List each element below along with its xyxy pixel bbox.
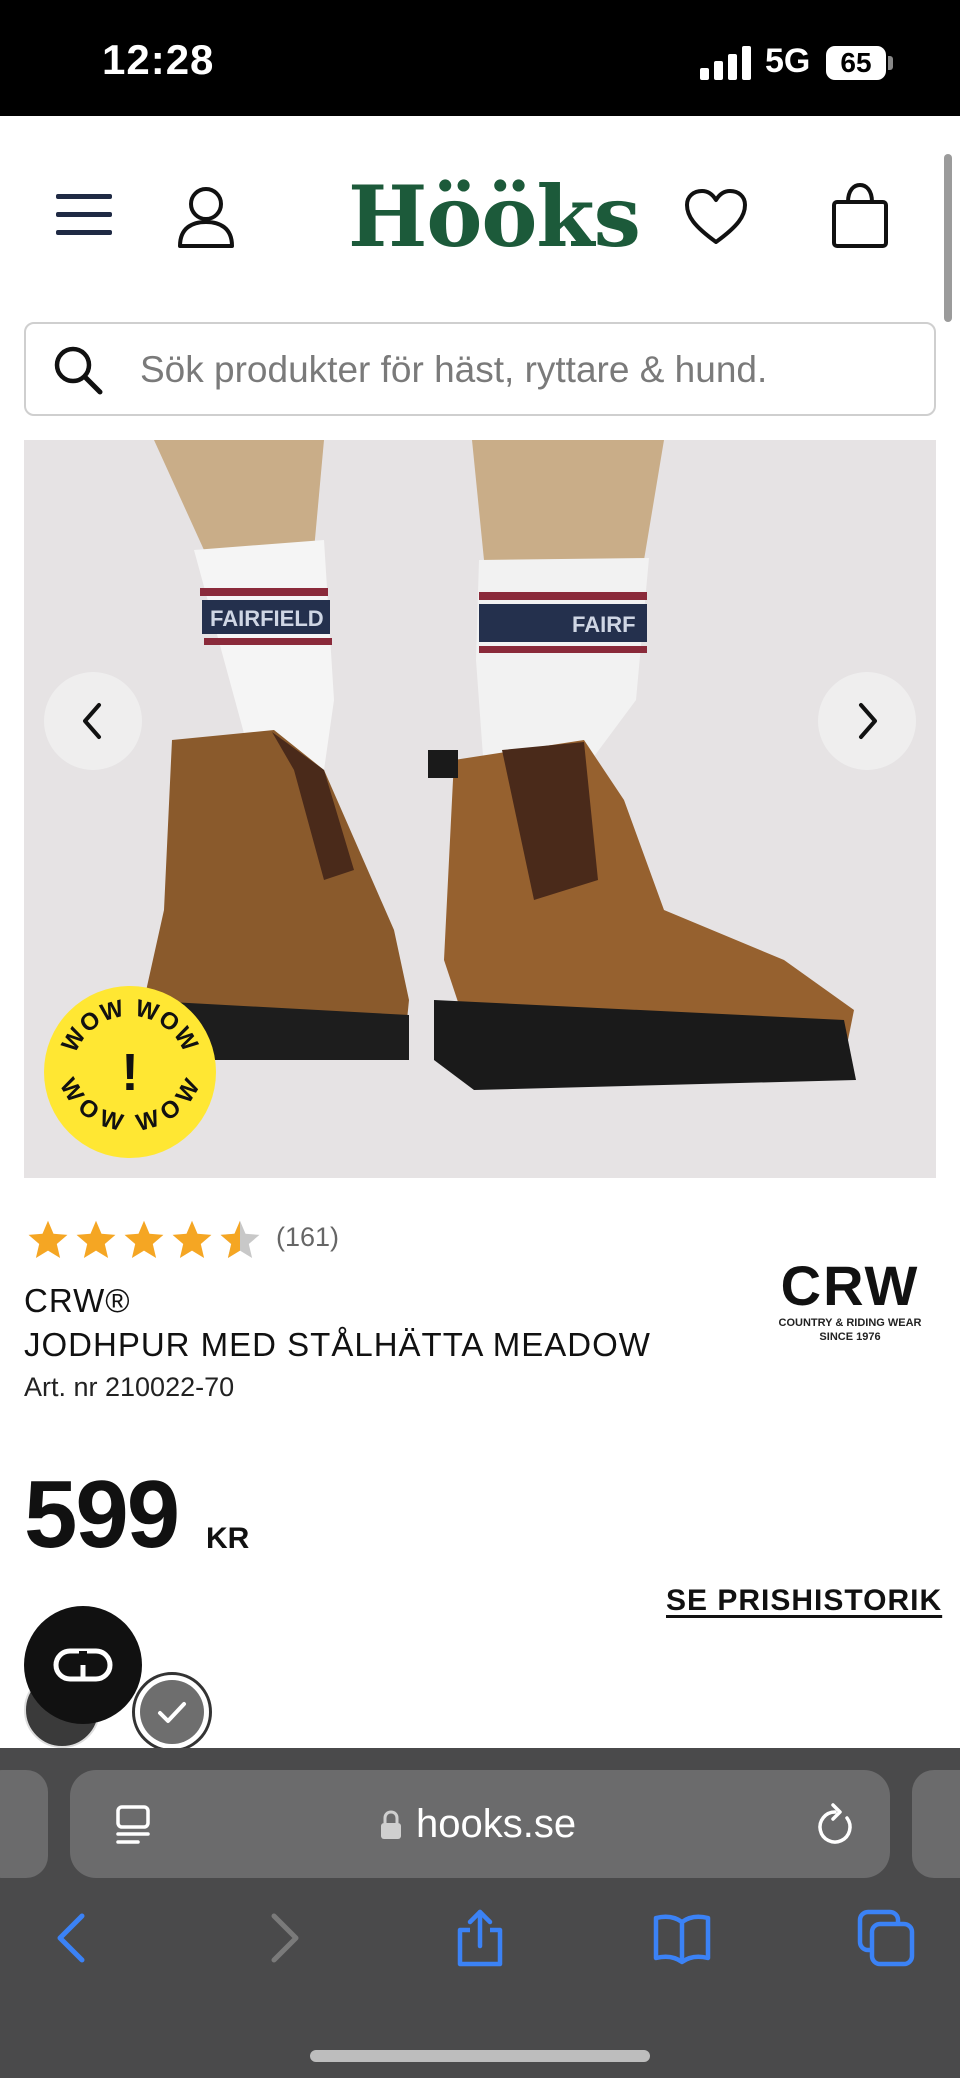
chevron-left-icon — [83, 703, 101, 739]
back-icon[interactable] — [44, 1908, 104, 1968]
status-bar: 12:28 5G 65 — [0, 0, 960, 116]
product-price: 599 — [24, 1461, 180, 1568]
product-image-carousel[interactable]: FAIRFIELD FAIRF WOW WOW WOW WOW ! — [24, 440, 936, 1178]
checkmark-icon — [158, 1702, 186, 1723]
shopping-bag-icon[interactable] — [830, 182, 890, 250]
page-menu-icon[interactable] — [112, 1804, 154, 1846]
brand-logo-tagline: COUNTRY & RIDING WEAR — [778, 1317, 922, 1329]
forward-icon[interactable] — [252, 1908, 312, 1968]
star-icon — [76, 1220, 116, 1258]
status-time: 12:28 — [102, 36, 215, 83]
review-count[interactable]: (161) — [276, 1222, 339, 1253]
chat-button[interactable] — [24, 1606, 142, 1724]
site-logo[interactable]: Hööks — [348, 172, 641, 262]
reload-icon[interactable] — [814, 1802, 856, 1848]
product-brand[interactable]: CRW® — [24, 1282, 131, 1320]
brand-logo-mark: CRW — [780, 1254, 920, 1317]
tabs-icon[interactable] — [856, 1908, 916, 1968]
bookmarks-icon[interactable] — [652, 1908, 712, 1968]
wow-badge-graphic: WOW WOW WOW WOW ! — [54, 995, 205, 1137]
chat-icon — [53, 1648, 113, 1682]
next-tab-peek[interactable] — [912, 1770, 960, 1878]
menu-icon[interactable] — [56, 192, 112, 238]
browser-toolbar: hooks.se — [0, 1748, 960, 2078]
product-title: JODHPUR MED STÅLHÄTTA MEADOW — [24, 1326, 651, 1363]
share-icon[interactable] — [450, 1908, 510, 1968]
search-input[interactable] — [140, 346, 910, 394]
signal-icon — [700, 46, 751, 80]
svg-text:FAIRFIELD: FAIRFIELD — [210, 606, 324, 631]
chevron-right-icon — [859, 703, 877, 739]
star-icon — [28, 1220, 68, 1258]
url-text[interactable]: hooks.se — [416, 1802, 576, 1847]
half-star-icon — [220, 1220, 260, 1258]
brand-logo[interactable]: CRW COUNTRY & RIDING WEAR SINCE 1976 — [770, 1256, 930, 1348]
star-icon — [124, 1220, 164, 1258]
article-number: Art. nr 210022-70 — [24, 1372, 235, 1402]
price-currency: KR — [206, 1522, 250, 1555]
search-bar[interactable] — [24, 322, 936, 416]
badge-mark: ! — [121, 1044, 138, 1102]
carousel-next-button[interactable] — [818, 672, 916, 770]
carousel-prev-button[interactable] — [44, 672, 142, 770]
lock-icon — [381, 1810, 401, 1839]
user-icon[interactable] — [176, 186, 236, 248]
heart-icon[interactable] — [684, 188, 748, 246]
brand-logo-since: SINCE 1976 — [819, 1331, 881, 1343]
price-history-link[interactable]: SE PRISHISTORIK — [666, 1584, 942, 1618]
battery-icon — [888, 56, 893, 70]
previous-tab-peek[interactable] — [0, 1770, 48, 1878]
address-bar[interactable]: hooks.se — [70, 1770, 890, 1878]
network-type: 5G — [765, 42, 811, 80]
color-swatch-selected[interactable] — [132, 1672, 212, 1752]
wow-badge: WOW WOW WOW WOW ! — [44, 986, 216, 1158]
search-icon — [54, 346, 103, 395]
color-swatch-fill — [140, 1680, 204, 1744]
star-icon — [172, 1220, 212, 1258]
scroll-indicator[interactable] — [944, 154, 952, 322]
battery-level: 65 — [826, 46, 886, 80]
svg-text:FAIRF: FAIRF — [572, 612, 636, 637]
home-indicator[interactable] — [310, 2050, 650, 2062]
site-header: Hööks — [0, 116, 960, 316]
